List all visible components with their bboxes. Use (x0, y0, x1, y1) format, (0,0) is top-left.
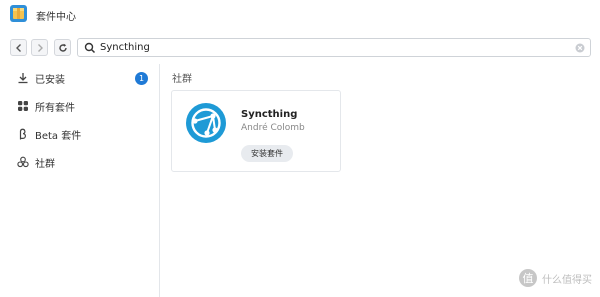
beta-icon (19, 128, 26, 140)
watermark-logo-icon: 值 (519, 269, 537, 287)
chevron-left-icon (15, 43, 21, 52)
refresh-icon (58, 43, 67, 52)
sidebar-item-installed[interactable]: 已安装 1 (0, 64, 159, 92)
watermark: 值 什么值得买 (518, 268, 592, 288)
syncthing-logo (186, 103, 226, 143)
package-name: Syncthing (241, 109, 298, 120)
search-icon (84, 42, 96, 54)
sidebar-item-community[interactable]: 社群 (0, 148, 159, 176)
sidebar-item-label: 社群 (35, 158, 55, 170)
package-author: André Colomb (241, 123, 305, 133)
install-package-button[interactable]: 安装套件 (241, 145, 293, 162)
window-title: 套件中心 (36, 12, 76, 23)
clear-icon[interactable] (575, 43, 585, 53)
forward-button[interactable] (31, 39, 48, 56)
toolbar (0, 30, 600, 64)
sidebar-item-all-packages[interactable]: 所有套件 (0, 92, 159, 120)
search-box[interactable] (77, 38, 591, 57)
watermark-text: 什么值得买 (542, 274, 592, 286)
community-icon (17, 156, 29, 168)
sidebar-item-label: 所有套件 (35, 102, 75, 114)
chevron-right-icon (37, 43, 43, 52)
svg-text:值: 值 (523, 272, 534, 285)
sidebar: 已安装 1 所有套件 Beta 套件 社群 (0, 64, 160, 297)
title-bar: 套件中心 (0, 0, 600, 30)
back-button[interactable] (10, 39, 27, 56)
download-icon (18, 73, 28, 84)
sidebar-item-label: 已安装 (35, 74, 65, 86)
package-card[interactable]: Syncthing André Colomb 安装套件 (171, 90, 341, 172)
installed-count-badge: 1 (135, 71, 148, 85)
search-input[interactable] (100, 39, 560, 56)
main-content: 社群 Syncthing André Colomb 安装套件 (161, 64, 600, 297)
sidebar-item-beta[interactable]: Beta 套件 (0, 120, 159, 148)
section-title: 社群 (172, 74, 192, 85)
sidebar-item-label: Beta 套件 (35, 130, 82, 142)
refresh-button[interactable] (54, 39, 71, 56)
package-center-icon (10, 5, 27, 22)
grid-icon (18, 101, 28, 111)
